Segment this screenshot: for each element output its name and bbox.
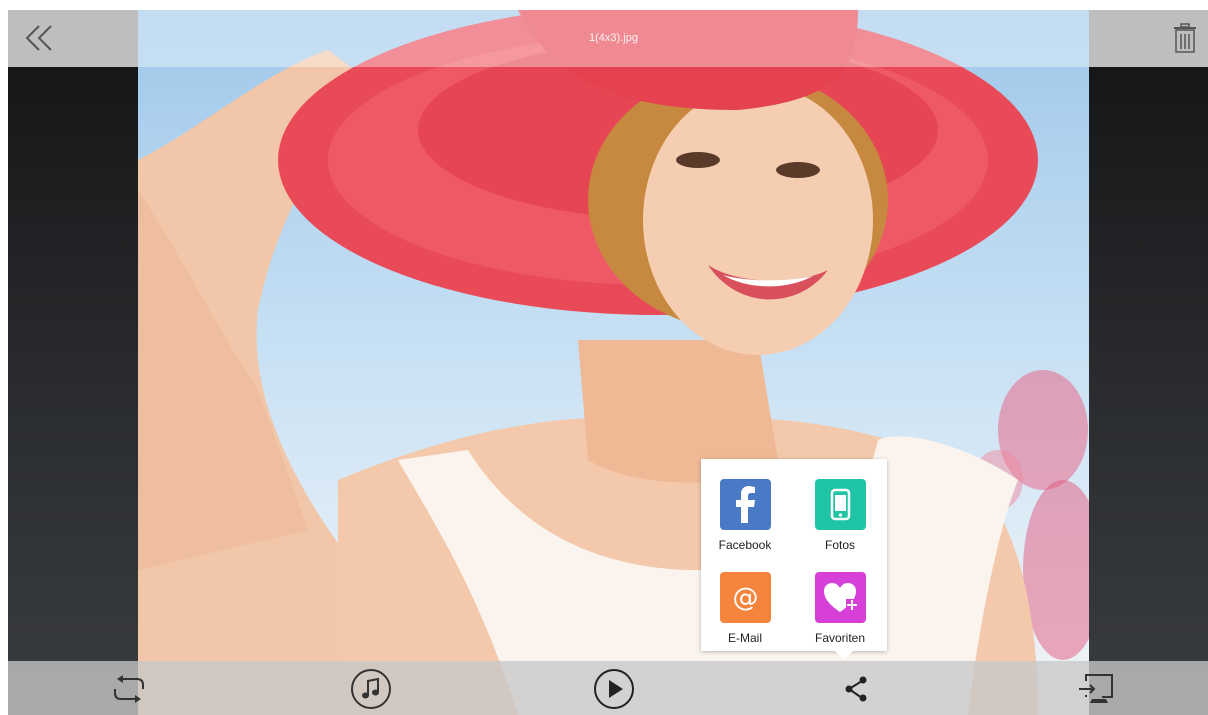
trash-icon <box>1174 23 1196 53</box>
back-button[interactable] <box>22 23 56 53</box>
top-bar: 1(4x3).jpg <box>8 10 1208 67</box>
at-sign-icon: @ <box>719 572 771 623</box>
delete-button[interactable] <box>1172 22 1198 54</box>
photo-image[interactable] <box>138 10 1089 715</box>
cast-display-icon <box>1079 674 1113 703</box>
svg-text:@: @ <box>732 583 758 613</box>
share-label-favoriten: Favoriten <box>814 631 866 645</box>
share-icon <box>845 676 867 702</box>
share-facebook[interactable]: Facebook <box>705 479 785 552</box>
share-label-email: E-Mail <box>727 631 762 645</box>
share-email[interactable]: @ E-Mail <box>705 572 785 645</box>
double-chevron-left-icon <box>25 25 52 51</box>
music-button[interactable] <box>349 667 393 711</box>
cast-button[interactable] <box>1076 667 1120 711</box>
photo-viewer: 1(4x3).jpg Facebook Fotos @ E-Mail Favor… <box>8 10 1208 715</box>
bottom-toolbar <box>8 661 1208 715</box>
top-bar-center-panel: 1(4x3).jpg <box>138 10 1089 67</box>
share-label-facebook: Facebook <box>718 538 772 552</box>
share-fotos[interactable]: Fotos <box>800 479 880 552</box>
music-note-icon <box>351 669 391 709</box>
phone-icon <box>814 479 866 530</box>
share-menu: Facebook Fotos @ E-Mail Favoriten <box>701 459 887 660</box>
repeat-button[interactable] <box>107 667 151 711</box>
facebook-icon <box>719 479 771 530</box>
photo-illustration <box>138 10 1089 715</box>
repeat-icon <box>114 675 144 703</box>
share-favoriten[interactable]: Favoriten <box>800 572 880 645</box>
image-filename: 1(4x3).jpg <box>589 32 638 44</box>
share-label-fotos: Fotos <box>824 538 855 552</box>
play-icon <box>594 669 634 709</box>
share-menu-pointer <box>835 651 853 660</box>
play-button[interactable] <box>592 667 636 711</box>
share-button[interactable] <box>835 667 879 711</box>
heart-plus-icon <box>814 572 866 623</box>
